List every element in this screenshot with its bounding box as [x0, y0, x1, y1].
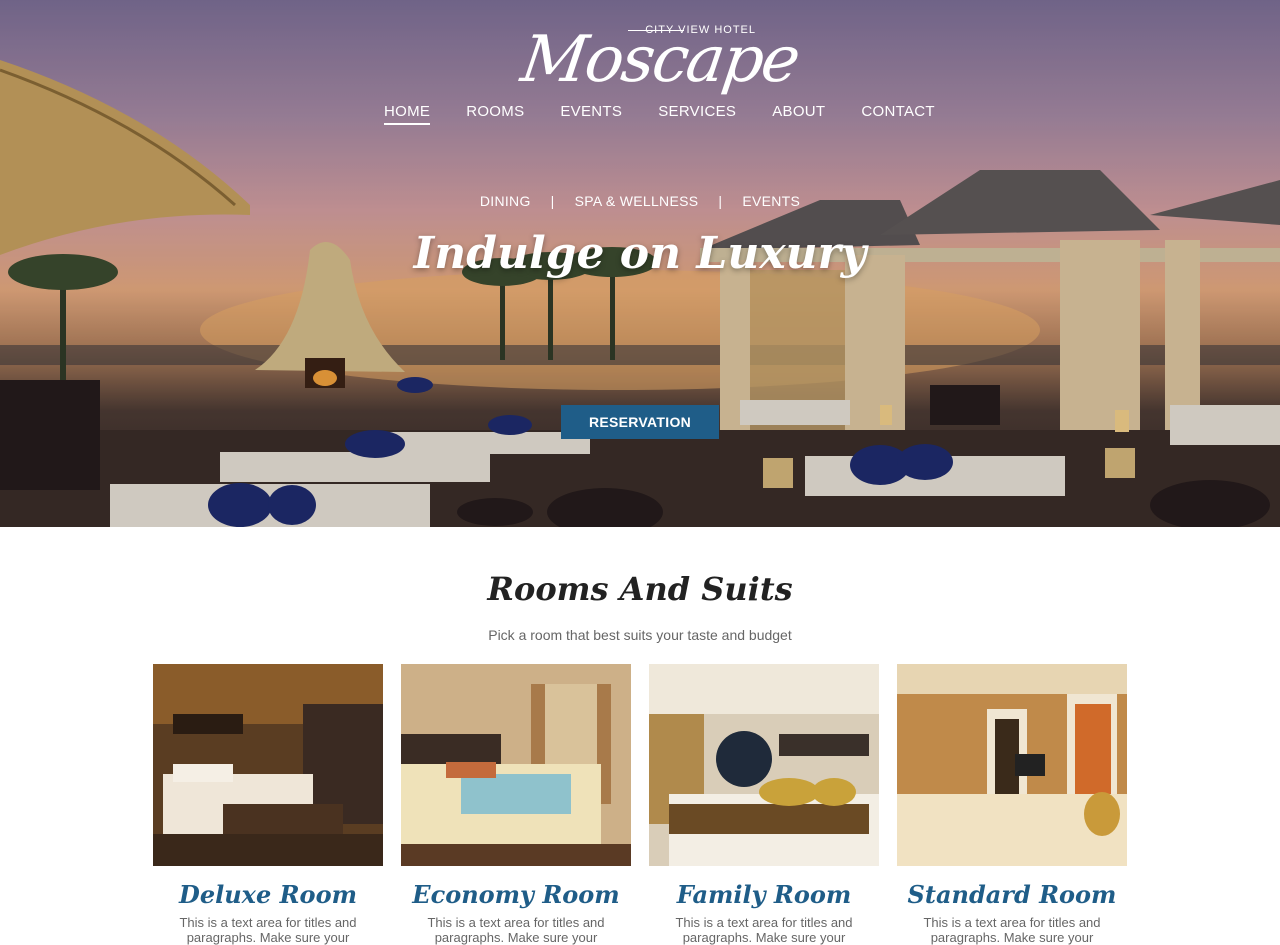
nav-item-about[interactable]: ABOUT	[754, 103, 843, 125]
hero-banner: CITY VIEW HOTEL Moscape HOME ROOMS EVENT…	[0, 0, 1280, 527]
room-title[interactable]: Standard Room	[897, 880, 1127, 909]
nav-item-rooms[interactable]: ROOMS	[448, 103, 542, 125]
room-title[interactable]: Deluxe Room	[153, 880, 383, 909]
sublink-separator: |	[718, 193, 723, 209]
nav-item-events[interactable]: EVENTS	[542, 103, 640, 125]
rooms-section-subtitle: Pick a room that best suits your taste a…	[488, 627, 792, 643]
nav-item-services[interactable]: SERVICES	[640, 103, 754, 125]
rooms-grid: Deluxe Room This is a text area for titl…	[153, 664, 1127, 945]
hero-sublinks: DINING | SPA & WELLNESS | EVENTS	[0, 193, 1280, 209]
room-photo-family[interactable]	[649, 664, 879, 866]
logo-wordmark: Moscape	[516, 23, 803, 97]
nav-item-contact[interactable]: CONTACT	[843, 103, 952, 125]
room-description: This is a text area for titles and parag…	[675, 915, 853, 945]
room-card-deluxe[interactable]: Deluxe Room This is a text area for titl…	[153, 664, 383, 945]
room-description: This is a text area for titles and parag…	[923, 915, 1101, 945]
room-card-family[interactable]: Family Room This is a text area for titl…	[649, 664, 879, 945]
sublink-dining[interactable]: DINING	[480, 193, 531, 209]
room-photo-deluxe[interactable]	[153, 664, 383, 866]
hero-headline: Indulge on Luxury	[413, 228, 867, 279]
nav-item-home[interactable]: HOME	[366, 103, 448, 125]
reservation-button[interactable]: RESERVATION	[561, 405, 719, 439]
main-nav: HOME ROOMS EVENTS SERVICES ABOUT CONTACT	[366, 103, 953, 125]
room-description: This is a text area for titles and parag…	[427, 915, 605, 945]
hotel-logo[interactable]: CITY VIEW HOTEL Moscape	[510, 14, 803, 100]
sublink-separator: |	[550, 193, 555, 209]
sublink-events[interactable]: EVENTS	[742, 193, 800, 209]
room-card-standard[interactable]: Standard Room This is a text area for ti…	[897, 664, 1127, 945]
sublink-spa-wellness[interactable]: SPA & WELLNESS	[575, 193, 699, 209]
room-description: This is a text area for titles and parag…	[179, 915, 357, 945]
room-title[interactable]: Family Room	[649, 880, 879, 909]
room-card-economy[interactable]: Economy Room This is a text area for tit…	[401, 664, 631, 945]
room-photo-standard[interactable]	[897, 664, 1127, 866]
rooms-section-title: Rooms And Suits	[487, 570, 793, 608]
room-photo-economy[interactable]	[401, 664, 631, 866]
room-title[interactable]: Economy Room	[401, 880, 631, 909]
